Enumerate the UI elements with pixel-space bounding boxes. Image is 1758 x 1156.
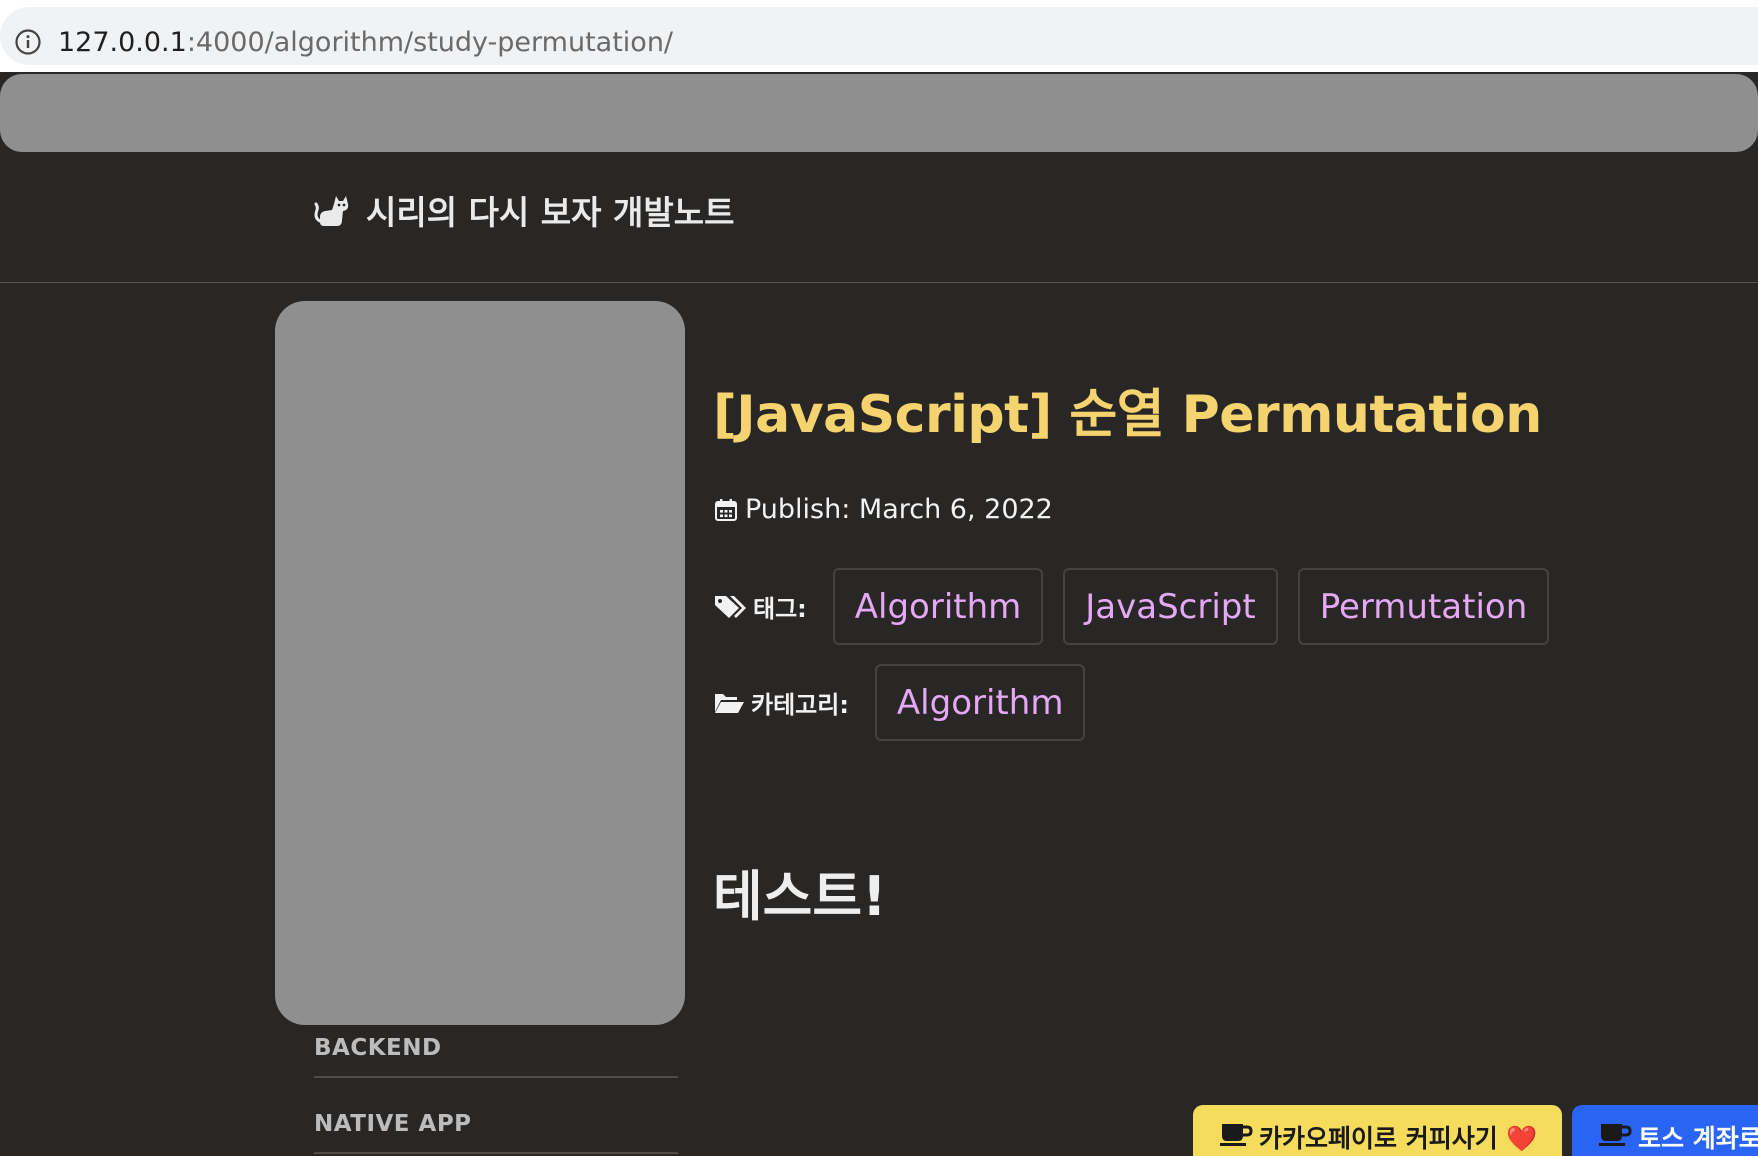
kakaopay-button-label: 카카오페이로 커피사기 ❤️ [1259,1124,1538,1153]
address-field[interactable]: 127.0.0.1:4000/algorithm/study-permutati… [0,7,1758,65]
url-host: 127.0.0.1 [58,27,187,58]
sidebar-profile-placeholder [275,301,685,1025]
folder-open-icon [715,693,744,713]
category-row: 카테고리: Algorithm [713,664,1105,741]
info-icon[interactable] [14,28,42,56]
sidebar-item-native-app[interactable]: NATIVE APP [314,1111,678,1137]
sidebar-divider [314,1152,678,1154]
site-title-link[interactable]: 시리의 다시 보자 개발노트 [312,188,734,232]
content-heading: 테스트! [713,865,887,928]
category-label: 카테고리: [751,691,849,719]
publish-date: Publish: March 6, 2022 [745,494,1053,525]
site-title: 시리의 다시 보자 개발노트 [366,193,735,232]
header-divider [0,282,1758,283]
toss-button-label: 토스 계좌로 [1638,1124,1758,1153]
sidebar-divider [314,1076,678,1078]
coffee-cup-icon [1599,1124,1632,1146]
top-banner-placeholder [0,74,1758,152]
tag-chip-algorithm[interactable]: Algorithm [832,568,1044,645]
category-chip-algorithm[interactable]: Algorithm [874,664,1086,741]
calendar-icon [715,498,737,521]
publish-row: Publish: March 6, 2022 [713,494,1053,525]
tags-label: 태그: [753,595,807,623]
post-title: [JavaScript] 순열 Permutation [713,385,1542,445]
url-text[interactable]: 127.0.0.1:4000/algorithm/study-permutati… [58,26,673,60]
tag-chip-permutation[interactable]: Permutation [1297,568,1550,645]
toss-transfer-button[interactable]: 토스 계좌로 [1572,1105,1758,1156]
tag-chip-javascript[interactable]: JavaScript [1063,568,1278,645]
coffee-cup-icon [1220,1124,1253,1146]
kakaopay-coffee-button[interactable]: 카카오페이로 커피사기 ❤️ [1193,1105,1562,1156]
cat-icon [314,196,349,226]
sidebar-item-backend[interactable]: BACKEND [314,1035,678,1061]
url-path: :4000/algorithm/study-permutation/ [186,27,674,58]
tags-icon [715,595,746,618]
browser-url-bar: 127.0.0.1:4000/algorithm/study-permutati… [0,0,1758,72]
tags-row: 태그: Algorithm JavaScript Permutation [713,568,1569,645]
